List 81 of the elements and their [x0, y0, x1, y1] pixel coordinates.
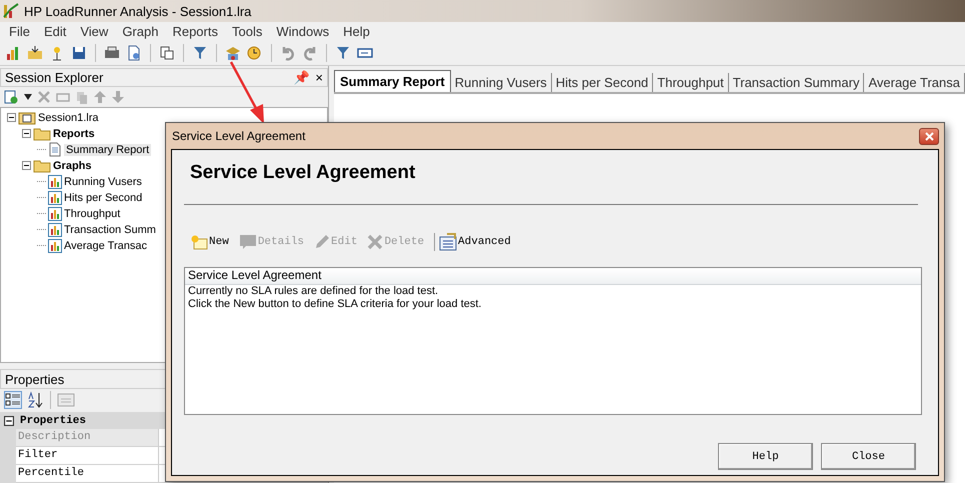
- close-button[interactable]: ×: [315, 70, 324, 86]
- down-arrow-icon: [112, 91, 124, 104]
- panel-title: Session Explorer: [5, 70, 104, 86]
- copy-icon[interactable]: [159, 45, 175, 61]
- tree-item[interactable]: Average Transac: [64, 240, 147, 252]
- collapse-toggle[interactable]: [22, 129, 31, 138]
- add-graph-icon[interactable]: [4, 90, 18, 104]
- x-icon: [367, 234, 384, 250]
- graduation-cap-icon[interactable]: [225, 45, 241, 61]
- filter-icon[interactable]: [192, 45, 208, 61]
- chart-icon[interactable]: [5, 45, 21, 61]
- delete-icon: [38, 91, 50, 104]
- tree-item[interactable]: Throughput: [64, 208, 120, 220]
- message-text: Click the New button to define SLA criteria for your load test.: [187, 298, 482, 311]
- tab[interactable]: Throughput: [653, 73, 729, 92]
- session-file-icon: [18, 110, 36, 125]
- menu-item[interactable]: Tools: [224, 24, 270, 39]
- menu-item[interactable]: Reports: [165, 24, 225, 39]
- panel-title: Properties: [5, 372, 64, 387]
- save-icon[interactable]: [71, 45, 87, 61]
- menu-item[interactable]: File: [2, 24, 37, 39]
- property-name[interactable]: Filter: [16, 447, 158, 464]
- dialog-title: Service Level Agreement: [172, 129, 306, 143]
- folder-icon[interactable]: [27, 45, 43, 61]
- column-header: Service Level Agreement: [185, 268, 921, 285]
- collapse-toggle[interactable]: [4, 416, 14, 426]
- document-icon: [48, 142, 62, 158]
- menu-item[interactable]: View: [73, 24, 116, 39]
- message-text: Currently no SLA rules are defined for the load test.: [187, 285, 440, 298]
- new-button[interactable]: New: [190, 234, 229, 250]
- collapse-toggle[interactable]: [7, 113, 16, 122]
- tab[interactable]: Hits per Second: [552, 73, 654, 92]
- menu-item[interactable]: Help: [336, 24, 377, 39]
- app-logo-icon: [3, 3, 19, 19]
- tree-item[interactable]: Transaction Summ: [64, 224, 156, 236]
- menu-item[interactable]: Edit: [36, 24, 74, 39]
- bar-chart-icon: [48, 174, 62, 189]
- printer-icon[interactable]: [104, 45, 120, 61]
- rename-icon: [56, 91, 70, 104]
- dialog-button[interactable]: Help: [718, 443, 813, 470]
- document-icon[interactable]: [126, 45, 142, 61]
- pin-button[interactable]: 📌: [293, 70, 310, 86]
- bar-chart-icon: [48, 206, 62, 221]
- tab[interactable]: Transaction Summary: [728, 73, 864, 92]
- window-title: HP LoadRunner Analysis - Session1.lra: [24, 4, 252, 18]
- pencil-icon: [314, 234, 330, 250]
- dialog-button[interactable]: Close: [821, 443, 916, 470]
- tree-item[interactable]: Hits per Second: [64, 192, 142, 204]
- dialog-heading: Service Level Agreement: [189, 161, 416, 185]
- speech-bubble-icon: [238, 234, 257, 250]
- bar-chart-icon: [48, 190, 62, 205]
- property-category: Properties: [20, 414, 86, 427]
- tab[interactable]: Summary Report: [334, 70, 451, 92]
- close-button[interactable]: [919, 128, 939, 144]
- clock-icon[interactable]: [247, 45, 263, 61]
- folder-icon: [33, 158, 51, 173]
- tab[interactable]: Average Transa: [864, 73, 965, 92]
- tree-item[interactable]: Graphs: [53, 160, 92, 172]
- close-icon: [924, 132, 934, 140]
- tree-item[interactable]: Summary Report: [64, 144, 152, 156]
- bar-chart-icon: [48, 238, 62, 253]
- list-icon: [439, 233, 458, 251]
- tree-item[interactable]: Session1.lra: [38, 112, 99, 124]
- filter-icon[interactable]: [335, 45, 351, 61]
- collapse-toggle[interactable]: [22, 161, 31, 170]
- sort-alphabetical-icon[interactable]: [26, 391, 44, 410]
- advanced-button[interactable]: Advanced: [439, 233, 511, 251]
- tree-item[interactable]: Running Vusers: [64, 176, 142, 188]
- property-name[interactable]: Percentile: [16, 465, 158, 482]
- copy-icon: [76, 90, 88, 104]
- bar-chart-icon: [48, 222, 62, 237]
- menu-item[interactable]: Windows: [269, 24, 336, 39]
- categorized-icon[interactable]: [4, 391, 22, 410]
- dropdown-caret-icon[interactable]: [24, 94, 32, 100]
- sparkle-note-icon: [190, 234, 208, 250]
- up-arrow-icon: [94, 91, 106, 104]
- property-pages-icon: [57, 392, 75, 408]
- tree-item[interactable]: Reports: [53, 128, 95, 140]
- menu-item[interactable]: Graph: [115, 24, 166, 39]
- tab[interactable]: Running Vusers: [450, 73, 552, 92]
- folder-icon: [33, 126, 51, 141]
